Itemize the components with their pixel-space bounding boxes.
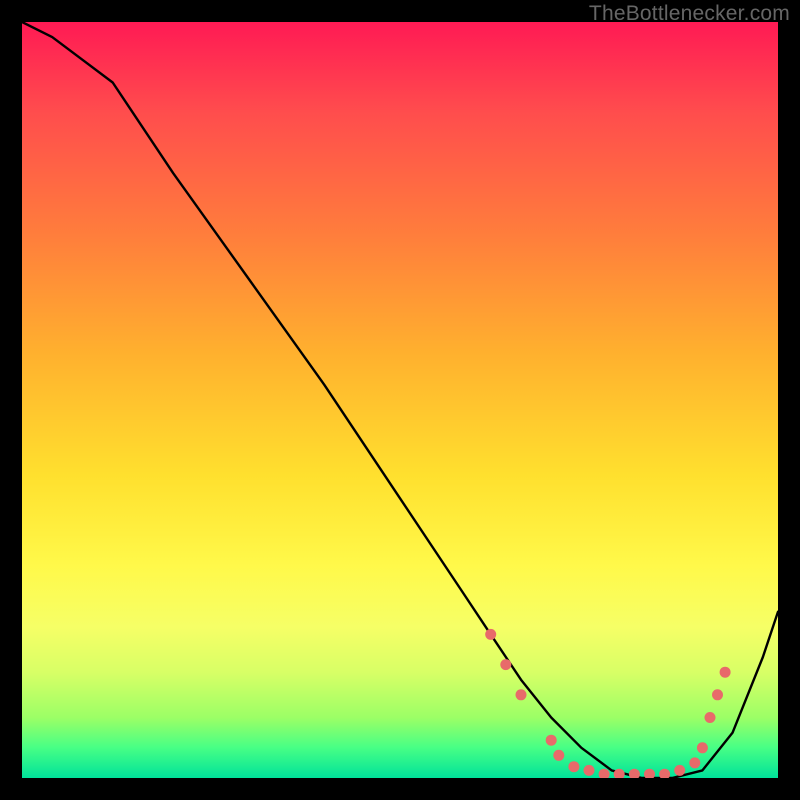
marker-dot <box>689 757 700 768</box>
marker-dot <box>644 769 655 778</box>
marker-dot <box>568 761 579 772</box>
marker-dot <box>599 769 610 778</box>
marker-dot <box>629 769 640 778</box>
marker-dots <box>485 629 730 778</box>
marker-dot <box>697 742 708 753</box>
marker-dot <box>659 769 670 778</box>
watermark-label: TheBottlenecker.com <box>589 2 790 26</box>
marker-dot <box>500 659 511 670</box>
marker-dot <box>516 689 527 700</box>
chart-plot-area <box>22 22 778 778</box>
marker-dot <box>712 689 723 700</box>
chart-stage: TheBottlenecker.com <box>0 0 800 800</box>
marker-dot <box>584 765 595 776</box>
marker-dot <box>553 750 564 761</box>
marker-dot <box>546 735 557 746</box>
chart-svg <box>22 22 778 778</box>
main-curve <box>22 22 778 778</box>
curve-layer <box>22 22 778 778</box>
marker-dot <box>674 765 685 776</box>
marker-dot <box>705 712 716 723</box>
marker-dot <box>485 629 496 640</box>
marker-dot <box>720 667 731 678</box>
